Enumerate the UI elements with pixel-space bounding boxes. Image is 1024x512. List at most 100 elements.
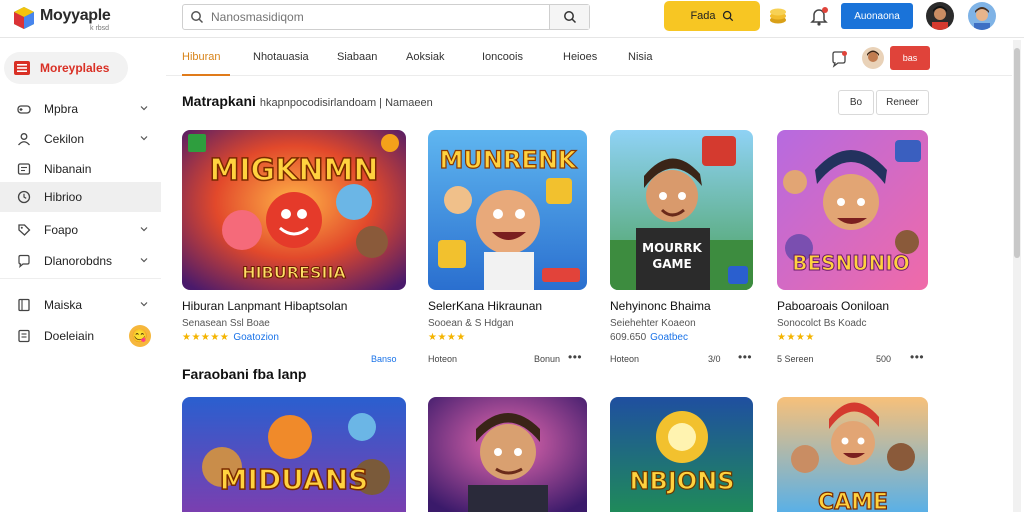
tab-heioes[interactable]: Heioes bbox=[563, 51, 597, 63]
game-thumbnail[interactable]: BESNUNIO bbox=[777, 130, 928, 290]
logo-icon bbox=[14, 7, 34, 29]
section-title-text: Matrapkani bbox=[182, 93, 256, 109]
sidebar-item-label: Hibrioo bbox=[44, 190, 83, 204]
sidebar-item-label: Doeleiain bbox=[44, 329, 95, 343]
section-title: Matrapkani hkapnpocodisirlandoam | Namaee… bbox=[182, 93, 433, 109]
clock-icon bbox=[16, 189, 32, 205]
login-label: Auonaona bbox=[854, 10, 900, 22]
sidebar-item-label: Nibanain bbox=[44, 162, 92, 176]
search-input[interactable] bbox=[211, 8, 541, 26]
tab-hiburan[interactable]: Hiburan bbox=[182, 51, 221, 63]
game-art-headline: BESNUNIO bbox=[792, 251, 909, 275]
game-thumbnail[interactable]: MOURRK GAME bbox=[610, 130, 753, 290]
sidebar-header-label: Moreyplales bbox=[40, 61, 110, 75]
tab-aoksiak[interactable]: Aoksiak bbox=[406, 51, 445, 63]
game-thumbnail[interactable]: MIGKNMN HIBURESIIA bbox=[182, 130, 406, 290]
game-art-caption: HIBURESIIA bbox=[242, 263, 346, 282]
sidebar-item-label: Dlanorobdns bbox=[44, 254, 113, 268]
game-art-image bbox=[428, 397, 587, 512]
search-icon bbox=[722, 10, 733, 22]
sidebar-item-mpbra[interactable]: Mpbra bbox=[0, 94, 161, 124]
game-thumbnail[interactable] bbox=[428, 397, 587, 512]
emoji-face-icon: 😋 bbox=[129, 325, 151, 347]
game-rating: 609.650 Goatbec bbox=[610, 332, 688, 343]
game-art-headline: CAME bbox=[818, 490, 888, 512]
card-footer-right: Bonun bbox=[534, 354, 561, 364]
rating-link[interactable]: Goatbec bbox=[650, 332, 688, 343]
card-footer-left: Hoteon bbox=[610, 354, 640, 364]
logo-text: Moyyaple bbox=[40, 7, 111, 24]
game-thumbnail[interactable]: NBJONS bbox=[610, 397, 753, 512]
sidebar-item-nibanain[interactable]: Nibanain bbox=[0, 154, 161, 184]
game-art-headline: MOURRK bbox=[642, 241, 702, 255]
tab-ioncoois[interactable]: Ioncoois bbox=[482, 51, 523, 63]
chevron-down-icon bbox=[140, 302, 148, 307]
section-title-text: Faraobani fba lanp bbox=[182, 366, 307, 382]
game-art-image: CAME bbox=[777, 397, 928, 512]
app-logo[interactable]: Moyyaple k rbsd bbox=[12, 4, 142, 34]
tab-nhotauasia[interactable]: Nhotauasia bbox=[253, 51, 309, 63]
sidebar-header[interactable]: Moreyplales bbox=[4, 52, 128, 84]
tab-nisia[interactable]: Nisia bbox=[628, 51, 652, 63]
sidebar-item-cekilon[interactable]: Cekilon bbox=[0, 124, 161, 154]
game-publisher: Sonocolct Bs Koadc bbox=[777, 318, 867, 329]
chevron-down-icon bbox=[140, 227, 148, 232]
search-bar bbox=[182, 4, 590, 30]
sidebar-item-label: Mpbra bbox=[44, 102, 79, 116]
sidebar-item-maiska[interactable]: Maiska bbox=[0, 290, 161, 320]
top-bar: Moyyaple k rbsd Fada Auonaon bbox=[0, 0, 1024, 38]
sidebar-item-dlanorobdns[interactable]: Dlanorobdns bbox=[0, 246, 161, 276]
rating-count: 609.650 bbox=[610, 332, 647, 343]
coins-icon[interactable] bbox=[768, 6, 788, 26]
tab-action-button[interactable]: bas bbox=[890, 46, 930, 70]
star-rating: ★★★★★ bbox=[182, 332, 230, 343]
scrollbar-thumb[interactable] bbox=[1014, 48, 1020, 258]
card-icon bbox=[16, 161, 32, 177]
game-title[interactable]: Paboaroais Ooniloan bbox=[777, 299, 889, 313]
card-footer-left: 5 Sereen bbox=[777, 354, 814, 364]
game-title[interactable]: Hiburan Lanpmant Hibaptsolan bbox=[182, 299, 347, 313]
filter-button[interactable]: Bo bbox=[838, 90, 874, 115]
avatar[interactable] bbox=[968, 2, 996, 30]
game-art-image: MIDUANS bbox=[182, 397, 406, 512]
promo-button[interactable]: Fada bbox=[664, 1, 760, 31]
person-icon bbox=[16, 131, 32, 147]
book-icon bbox=[16, 297, 32, 313]
game-art-headline: MIDUANS bbox=[220, 463, 369, 496]
tab-siabaan[interactable]: Siabaan bbox=[337, 51, 377, 63]
game-art-image: MOURRK GAME bbox=[610, 130, 753, 290]
game-rating: ★★★★ bbox=[428, 332, 466, 343]
game-publisher: Sooean & S Hdgan bbox=[428, 318, 514, 329]
search-button[interactable] bbox=[549, 5, 589, 29]
filter-label: Bo bbox=[849, 97, 863, 108]
search-icon bbox=[563, 11, 576, 24]
sidebar-item-foapo[interactable]: Foapo bbox=[0, 215, 161, 245]
login-button[interactable]: Auonaona bbox=[841, 3, 913, 29]
notification-bell-icon[interactable] bbox=[808, 5, 830, 27]
chevron-down-icon bbox=[140, 258, 148, 263]
rating-link[interactable]: Goatozion bbox=[233, 332, 279, 343]
more-options-icon[interactable]: ••• bbox=[738, 350, 752, 364]
sidebar-item-label: Cekilon bbox=[44, 132, 85, 146]
card-footer-right: 3/0 bbox=[708, 354, 721, 364]
avatar[interactable] bbox=[862, 47, 884, 69]
more-options-icon[interactable]: ••• bbox=[568, 350, 582, 364]
game-thumbnail[interactable]: MIDUANS bbox=[182, 397, 406, 512]
section-title: Faraobani fba lanp bbox=[182, 366, 306, 382]
game-title[interactable]: Nehyinonc Bhaima bbox=[610, 299, 711, 313]
game-art-headline: MUNRENK bbox=[439, 146, 577, 174]
game-thumbnail[interactable]: MUNRENK bbox=[428, 130, 587, 290]
sidebar-item-doeleiain[interactable]: Doeleiain 😋 bbox=[0, 321, 161, 351]
sidebar-item-hibrioo[interactable]: Hibrioo bbox=[0, 182, 161, 212]
chat-icon[interactable] bbox=[830, 50, 848, 68]
more-options-icon[interactable]: ••• bbox=[910, 350, 924, 364]
card-footer-link[interactable]: Banso bbox=[371, 354, 397, 364]
avatar-image bbox=[926, 2, 954, 30]
sort-button[interactable]: Reneer bbox=[876, 90, 929, 115]
game-title[interactable]: SelerKana Hikraunan bbox=[428, 299, 542, 313]
game-art-headline: MIGKNMN bbox=[210, 153, 379, 188]
sidebar-item-label: Foapo bbox=[44, 223, 79, 237]
card-footer-left: Hoteon bbox=[428, 354, 458, 364]
avatar[interactable] bbox=[926, 2, 954, 30]
game-thumbnail[interactable]: CAME bbox=[777, 397, 928, 512]
